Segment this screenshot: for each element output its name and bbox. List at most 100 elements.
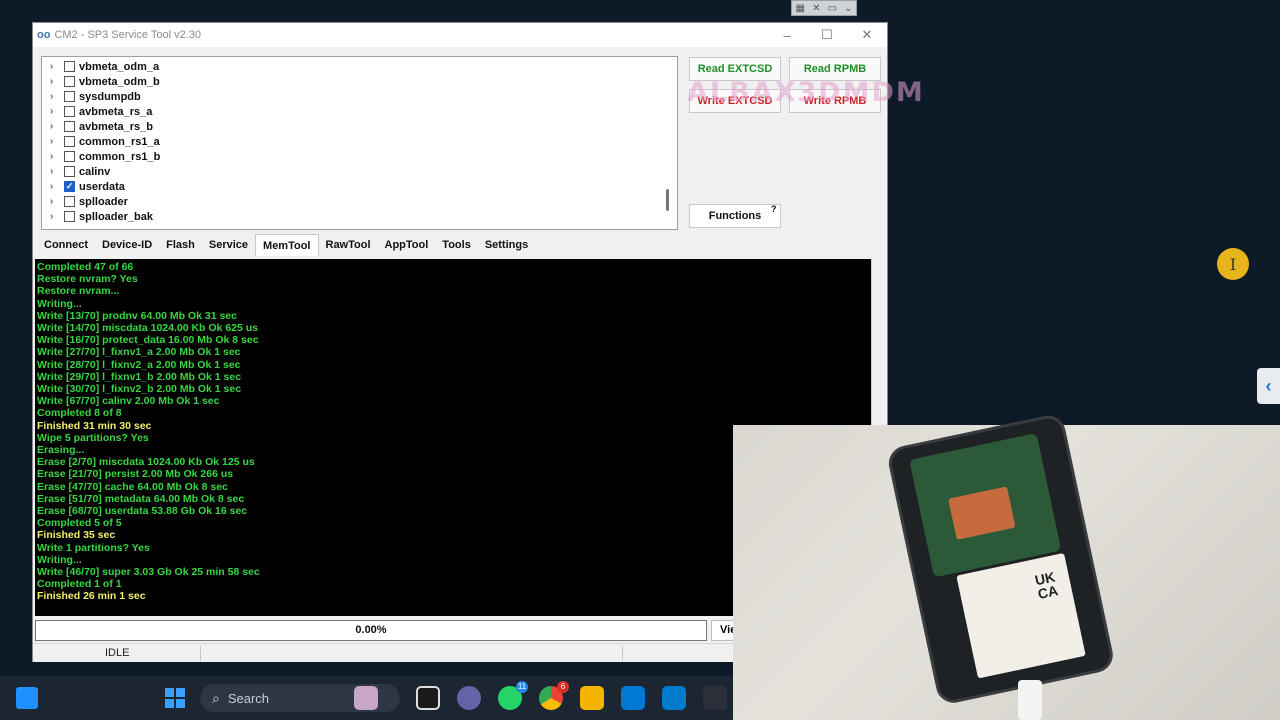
- app-icon[interactable]: [703, 686, 727, 710]
- window-title: CM2 - SP3 Service Tool v2.30: [54, 29, 201, 41]
- tree-scrollbar[interactable]: [666, 189, 669, 211]
- status-separator: [622, 646, 623, 661]
- chevron-right-icon[interactable]: ›: [50, 61, 64, 72]
- partition-row[interactable]: › avbmeta_rs_b: [42, 119, 677, 134]
- monitor-icon[interactable]: ▭: [828, 3, 837, 14]
- partition-row[interactable]: › calinv: [42, 164, 677, 179]
- title-bar[interactable]: oo CM2 - SP3 Service Tool v2.30 – ☐ ✕: [33, 23, 887, 47]
- partition-label: common_rs1_a: [79, 135, 160, 148]
- tab-settings[interactable]: Settings: [478, 234, 535, 256]
- help-icon[interactable]: ?: [771, 204, 777, 214]
- partition-tree[interactable]: › vbmeta_odm_a › vbmeta_odm_b › sysdumpdb › avb…: [41, 56, 678, 230]
- partition-checkbox[interactable]: [64, 136, 75, 147]
- partition-checkbox[interactable]: [64, 211, 75, 222]
- tab-bar: Connect Device-ID Flash Service MemTool RawTo…: [37, 234, 535, 256]
- partition-label: splloader_bak: [79, 210, 153, 223]
- chevron-down-icon[interactable]: ⌄: [844, 3, 852, 14]
- log-line: Completed 8 of 8: [37, 407, 122, 420]
- progress-text: 0.00%: [355, 624, 387, 636]
- search-placeholder: Search: [227, 690, 270, 706]
- chevron-right-icon[interactable]: ›: [50, 91, 64, 102]
- log-line: Writing...: [37, 297, 82, 310]
- log-line: Completed 47 of 66: [37, 261, 134, 273]
- highlight-icon[interactable]: [354, 686, 378, 710]
- partition-list: › vbmeta_odm_a › vbmeta_odm_b › sysdumpdb › avb…: [42, 57, 677, 224]
- log-line: Write [28/70] l_fixnv2_a 2.00 Mb Ok 1 se…: [37, 358, 241, 371]
- partition-row[interactable]: › vbmeta_odm_b: [42, 74, 677, 89]
- partition-row[interactable]: › splloader: [42, 194, 677, 209]
- folder-icon[interactable]: [580, 686, 604, 710]
- taskbar: ⌕ Search 11 6: [0, 676, 733, 720]
- whatsapp-badge: 11: [516, 681, 528, 693]
- chevron-right-icon[interactable]: ›: [50, 151, 64, 162]
- grid-icon[interactable]: ▦: [796, 3, 805, 14]
- vscode-icon[interactable]: [662, 686, 686, 710]
- start-icon[interactable]: [165, 688, 185, 708]
- chevron-right-icon[interactable]: ›: [50, 196, 64, 207]
- tab-service[interactable]: Service: [202, 234, 255, 256]
- log-line: Write [30/70] l_fixnv2_b 2.00 Mb Ok 1 se…: [37, 383, 242, 396]
- task-view-icon[interactable]: [416, 686, 440, 710]
- watermark-text: ALBAX3DMDM: [687, 77, 925, 108]
- app-logo-icon: oo: [37, 29, 51, 41]
- log-line: Restore nvram? Yes: [37, 273, 138, 286]
- partition-label: avbmeta_rs_a: [79, 105, 153, 118]
- chevron-right-icon[interactable]: ›: [50, 181, 64, 192]
- chevron-right-icon[interactable]: ›: [50, 136, 64, 147]
- tab-rawtool[interactable]: RawTool: [319, 234, 378, 256]
- chevron-right-icon[interactable]: ›: [50, 121, 64, 132]
- partition-label: vbmeta_odm_b: [79, 75, 160, 88]
- close-button[interactable]: ✕: [847, 27, 887, 43]
- status-separator: [200, 646, 201, 661]
- tab-connect[interactable]: Connect: [37, 234, 95, 256]
- partition-checkbox[interactable]: ✓: [64, 181, 75, 192]
- store-icon[interactable]: [621, 686, 645, 710]
- minimize-button[interactable]: –: [767, 28, 807, 43]
- chevron-right-icon[interactable]: ›: [50, 106, 64, 117]
- partition-checkbox[interactable]: [64, 196, 75, 207]
- partition-label: avbmeta_rs_b: [79, 120, 153, 133]
- maximize-button[interactable]: ☐: [807, 27, 847, 43]
- partition-row[interactable]: › ✓ userdata: [42, 179, 677, 194]
- partition-label: sysdumpdb: [79, 90, 141, 103]
- chevron-right-icon[interactable]: ›: [50, 76, 64, 87]
- mini-toolbar[interactable]: ▦ ✕ ▭ ⌄: [791, 0, 857, 16]
- phone-battery-label: UK CA: [956, 552, 1086, 679]
- tab-device-id[interactable]: Device-ID: [95, 234, 159, 256]
- partition-row[interactable]: › common_rs1_b: [42, 149, 677, 164]
- partition-row[interactable]: › common_rs1_a: [42, 134, 677, 149]
- tab-apptool[interactable]: AppTool: [378, 234, 436, 256]
- partition-checkbox[interactable]: [64, 106, 75, 117]
- status-text: IDLE: [105, 647, 130, 659]
- teams-icon[interactable]: [457, 686, 481, 710]
- usb-cable: [1018, 680, 1042, 720]
- progress-bar: 0.00%: [35, 620, 707, 641]
- partition-checkbox[interactable]: [64, 121, 75, 132]
- partition-checkbox[interactable]: [64, 166, 75, 177]
- log-line: Restore nvram...: [37, 285, 120, 298]
- partition-checkbox[interactable]: [64, 151, 75, 162]
- close-icon[interactable]: ✕: [812, 3, 820, 14]
- search-icon: ⌕: [212, 689, 220, 706]
- partition-row[interactable]: › avbmeta_rs_a: [42, 104, 677, 119]
- chevron-right-icon[interactable]: ›: [50, 166, 64, 177]
- chevron-left-icon[interactable]: ‹: [1257, 368, 1280, 404]
- log-line: Write [67/70] calinv 2.00 Mb Ok 1 sec: [37, 395, 220, 408]
- partition-row[interactable]: › splloader_bak: [42, 209, 677, 224]
- partition-checkbox[interactable]: [64, 61, 75, 72]
- partition-row[interactable]: › vbmeta_odm_a: [42, 59, 677, 74]
- chevron-right-icon[interactable]: ›: [50, 211, 64, 222]
- tab-memtool[interactable]: MemTool: [255, 234, 319, 256]
- partition-row[interactable]: › sysdumpdb: [42, 89, 677, 104]
- chrome-icon[interactable]: 6: [539, 681, 569, 710]
- chrome-badge: 6: [557, 681, 569, 693]
- partition-checkbox[interactable]: [64, 91, 75, 102]
- widgets-icon[interactable]: [16, 687, 38, 709]
- log-line: Write [14/70] miscdata 1024.00 Kb Ok 625…: [37, 322, 259, 335]
- whatsapp-icon[interactable]: 11: [498, 681, 528, 710]
- partition-checkbox[interactable]: [64, 76, 75, 87]
- tab-tools[interactable]: Tools: [435, 234, 478, 256]
- tab-flash[interactable]: Flash: [159, 234, 202, 256]
- functions-button[interactable]: Functions: [689, 204, 781, 228]
- partition-label: splloader: [79, 195, 128, 208]
